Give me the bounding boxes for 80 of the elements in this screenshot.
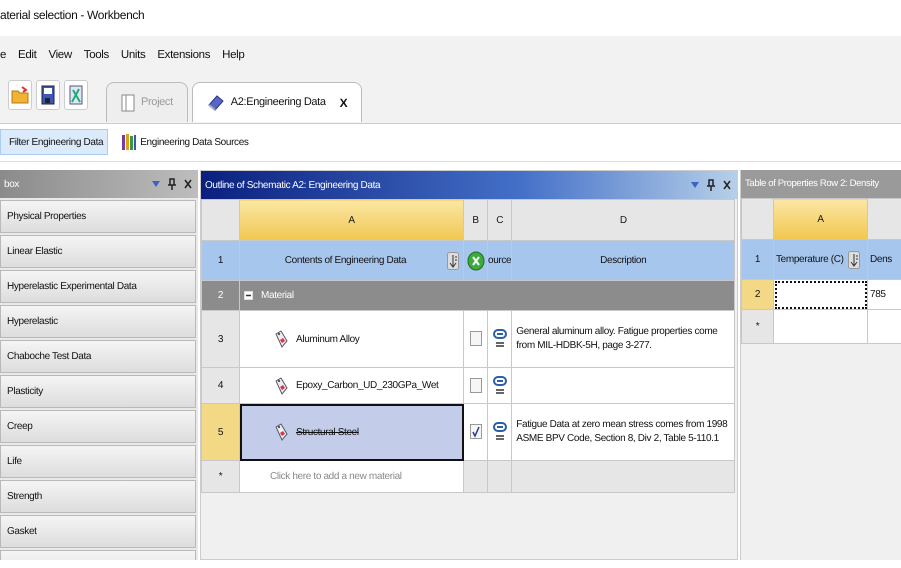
toolbar-button[interactable]: Filter Engineering Data [0,129,108,155]
row-number: 5 [202,404,240,460]
checkbox[interactable] [470,331,482,346]
link-icon[interactable] [492,328,507,350]
close-icon[interactable] [723,180,731,190]
toolbox-category[interactable]: Plasticity [0,375,196,408]
description-text: Fatigue Data at zero mean stress comes from 1998 ASME BPV Code, Section 8, Div 2, Table 5-110.1 [512,404,735,460]
folder-icon [11,86,29,104]
dropdown-icon[interactable] [691,182,699,188]
column-title: ource [488,240,512,280]
menu-item[interactable]: Tools [84,47,109,74]
link-icon[interactable] [492,421,507,443]
toolbox-category[interactable]: Linear Elastic [0,235,196,268]
menu-item[interactable]: e [0,47,6,74]
row-number: 2 [202,280,240,310]
tab[interactable]: A2:Engineering Data X [192,82,362,122]
close-icon[interactable] [184,179,192,189]
column-header[interactable]: C [488,200,512,240]
checkbox[interactable] [470,424,482,440]
material-name[interactable]: Structural Steel [296,424,359,440]
toolbox-category[interactable]: Chaboche Test Data [0,340,196,373]
description-text: General aluminum alloy. Fatigue properties come from MIL-HDBK-5H, page 3-277. [512,310,735,368]
tag-icon [274,376,288,394]
toolbox-category[interactable]: Strength [0,480,196,513]
menu-item[interactable]: View [48,47,72,74]
row-number: 4 [202,368,240,404]
collapse-icon[interactable] [244,291,253,300]
toolbox-category[interactable]: Creep [0,410,196,443]
new-material-field[interactable]: Click here to add a new material [240,460,464,492]
table-cell[interactable] [774,280,868,310]
toolbox-category[interactable]: Gasket [0,515,196,548]
table-cell: 785 [868,280,901,310]
column-title: Dens [870,254,892,265]
menu-item[interactable]: Units [120,47,146,74]
folder-button[interactable] [8,80,32,110]
column-header[interactable]: A [774,198,868,240]
row-number: 1 [202,240,240,280]
column-header[interactable]: D [512,200,735,240]
tag-icon [274,423,288,441]
tag-icon [274,330,288,348]
books-icon [121,133,138,151]
sort-icon[interactable] [447,252,459,270]
save-icon [41,85,55,105]
row-marker: * [742,310,774,344]
pin-icon[interactable] [168,178,176,190]
row-marker: * [202,460,240,492]
menu-item[interactable]: Edit [18,47,36,74]
menu-item[interactable]: Extensions [157,47,210,74]
toolbox-category[interactable]: Life [0,445,196,478]
panel-title: Outline of Schematic A2: Engineering Data [205,178,380,192]
dropdown-icon[interactable] [152,181,160,187]
panel-title: Table of Properties Row 2: Density [745,176,879,191]
row-number: 3 [202,310,240,368]
toolbox-category[interactable]: Hyperelastic [0,305,196,338]
report-button[interactable] [64,80,88,110]
window-title: aterial selection - Workbench [0,7,146,24]
tab-close-button[interactable]: X [340,94,348,112]
checkbox[interactable] [470,378,482,393]
report-icon [69,85,83,105]
column-title: Description [512,240,735,280]
row-number: 1 [742,240,774,280]
toolbox-category[interactable]: Hyperelastic Experimental Data [0,270,196,303]
project-icon [121,94,135,112]
panel-title: box [4,178,20,192]
column-title: Contents of Engineering Data [284,254,408,268]
column-header[interactable]: A [240,200,464,240]
link-icon[interactable] [492,374,507,396]
pin-icon[interactable] [707,179,715,191]
delete-icon[interactable] [466,250,484,270]
row-number: 2 [742,280,774,310]
group-label: Material [261,289,294,303]
sort-icon[interactable] [848,250,860,268]
menu-item[interactable]: Help [222,47,244,74]
toolbox-category[interactable]: Physical Properties [0,200,196,233]
material-name[interactable]: Aluminum Alloy [296,332,360,346]
column-header[interactable]: B [464,200,488,240]
book-icon [206,94,225,112]
column-title: Temperature (C) [776,253,844,267]
save-button[interactable] [36,80,60,110]
toolbar-button[interactable]: Engineering Data Sources [112,129,254,155]
